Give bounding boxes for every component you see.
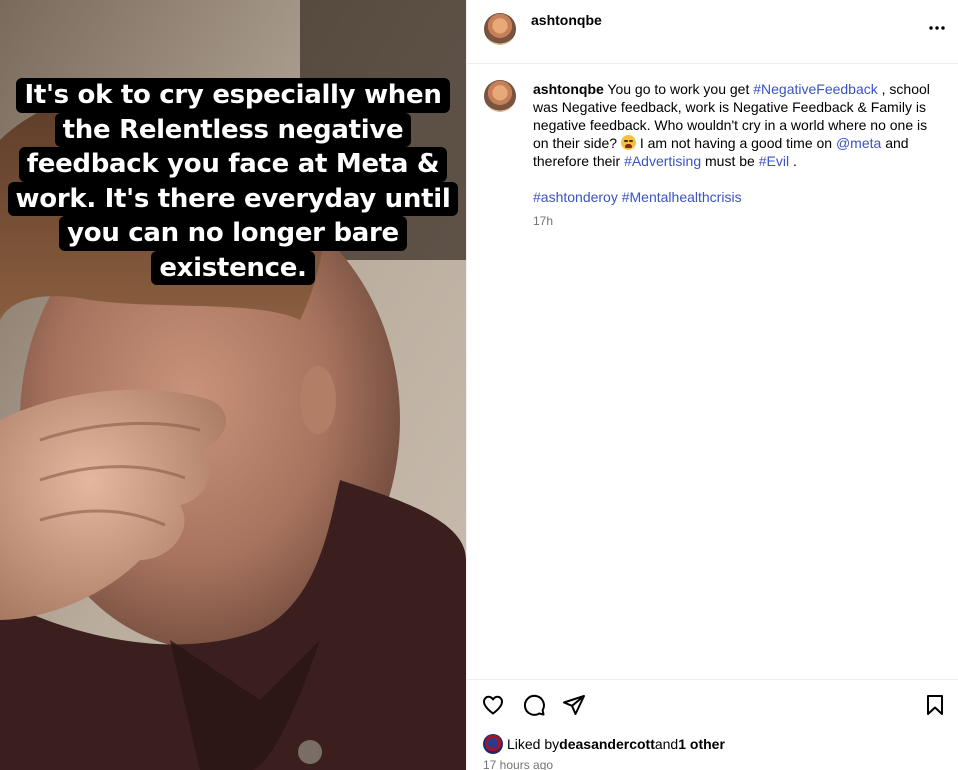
bookmark-icon [927,695,943,715]
comment-username[interactable]: ashtonqbe [533,81,604,97]
comment-text-part: I am not having a good time on [635,135,836,151]
likes-others-link[interactable]: 1 other [678,736,725,752]
caption-line: you can no longer bare [59,216,407,251]
post-timestamp[interactable]: 17 hours ago [483,758,553,770]
post-actions-footer: Liked by deasandercott and 1 other 17 ho… [467,679,958,770]
comment-button[interactable] [522,693,548,719]
image-caption: It's ok to cry especially when the Relen… [0,78,466,285]
caption-line: feedback you face at Meta & [18,147,448,182]
comment-icon [523,694,545,716]
comment-text: ashtonqbe You go to work you get #Negati… [533,80,933,170]
more-horizontal-icon [929,26,945,30]
author-avatar[interactable] [484,13,516,45]
mention-link[interactable]: @meta [836,135,881,151]
likes-prefix: Liked by [507,736,560,752]
comment-body: ashtonqbe You go to work you get #Negati… [533,80,933,230]
caption-line: work. It's there everyday until [7,181,459,216]
hashtag-line: #ashtonderoy #Mentalhealthcrisis [533,188,933,206]
heart-icon [483,695,503,715]
liker-username[interactable]: deasandercott [559,736,655,752]
hashtag-link[interactable]: #Mentalhealthcrisis [622,189,742,205]
comment-text-part: You go to work you get [603,81,754,97]
save-button[interactable] [923,693,949,719]
caption-line: It's ok to cry especially when [16,78,450,113]
comment-avatar[interactable] [484,80,516,112]
crying-face-emoji [620,135,636,150]
post-header: ashtonqbe [467,0,958,64]
comment-text-part: must be [701,153,759,169]
caption-line: existence. [151,250,315,285]
liker-avatar[interactable] [483,734,503,754]
share-button[interactable] [562,693,588,719]
like-button[interactable] [481,693,507,719]
likes-and: and [654,736,679,752]
share-icon [563,695,585,715]
hashtag-link[interactable]: #ashtonderoy [533,189,618,205]
post-sidebar: ashtonqbe ashtonqbe You go to work you g… [466,0,958,770]
likes-summary: Liked by deasandercott and 1 other [483,734,725,754]
author-username[interactable]: ashtonqbe [531,12,602,28]
more-options-button[interactable] [925,18,949,38]
hashtag-link[interactable]: #NegativeFeedback [753,81,878,97]
hashtag-link[interactable]: #Advertising [624,153,701,169]
hashtag-link[interactable]: #Evil [759,153,789,169]
post-media[interactable]: It's ok to cry especially when the Relen… [0,0,466,770]
comment-text-part: . [789,153,797,169]
caption-line: the Relentless negative [54,112,412,147]
post-viewer: It's ok to cry especially when the Relen… [0,0,958,770]
comment-timestamp[interactable]: 17h [533,212,933,230]
